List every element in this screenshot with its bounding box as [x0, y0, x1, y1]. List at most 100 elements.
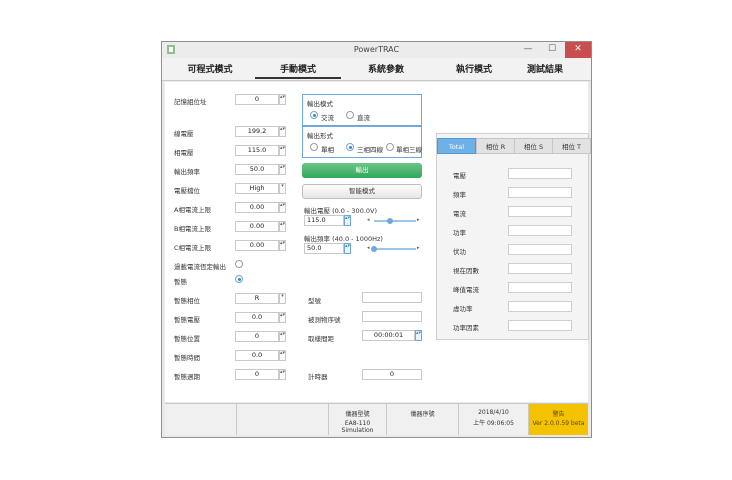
phase-voltage-label: 相電壓	[174, 149, 194, 157]
meas-peak-current-value	[508, 282, 572, 293]
c-current-limit-spinner[interactable]: ▴▾	[279, 240, 286, 251]
tab-phase-s[interactable]: 相位 S	[514, 138, 553, 154]
surge-position-input[interactable]: 0	[235, 331, 279, 342]
surge-position-label: 暫態位置	[174, 335, 200, 343]
voltage-control-input[interactable]: 115.0	[304, 215, 344, 226]
overcurrent-label: 過載電流恆定輸出	[174, 263, 226, 271]
output-mode-label: 輸出模式	[307, 100, 333, 108]
tab-phase-r[interactable]: 相位 R	[476, 138, 515, 154]
meas-reactive-power-label: 虛功率	[453, 305, 473, 313]
meas-peak-current-label: 峰值電流	[453, 286, 479, 294]
freq-slider-thumb[interactable]	[371, 246, 378, 252]
surge-cycle-spinner[interactable]: ▴▾	[279, 369, 286, 380]
model-label: 型號	[308, 297, 321, 305]
menu-program-mode[interactable]: 可程式模式	[167, 62, 253, 75]
meas-power-factor-value	[508, 320, 572, 331]
counter-label: 計時器	[308, 373, 328, 381]
surge-position-spinner[interactable]: ▴▾	[279, 331, 286, 342]
surge-phase-dropdown-icon[interactable]: ▾	[279, 293, 286, 304]
output-mode-ac-radio[interactable]	[310, 111, 318, 119]
status-cell-2	[237, 404, 329, 435]
voltage-range-dropdown-icon[interactable]: ▾	[279, 183, 286, 194]
voltage-decrease-icon[interactable]: ◂	[367, 217, 370, 223]
instrument-model-value: EA8-110 Simulation	[341, 420, 374, 434]
output-mode-dc-radio[interactable]	[346, 111, 354, 119]
surge-toggle[interactable]	[235, 275, 243, 283]
surge-phase-label: 暫態相位	[174, 297, 200, 305]
output-type-group: 輸出形式 單相 三相四線 單相三線	[302, 126, 422, 158]
warning-panel[interactable]: 警告 Ver 2.0.0.59 beta	[529, 404, 588, 435]
voltage-slider-thumb[interactable]	[386, 218, 393, 224]
output-freq-input[interactable]: 50.0	[235, 164, 279, 175]
freq-slider-track[interactable]	[374, 248, 416, 250]
freq-decrease-icon[interactable]: ◂	[367, 245, 370, 251]
dut-serial-input[interactable]	[362, 311, 422, 322]
b-current-limit-label: B相電流上限	[174, 225, 211, 233]
meas-power-value	[508, 225, 572, 236]
output-mode-ac-label: 交流	[321, 114, 334, 122]
maximize-button[interactable]: ☐	[541, 42, 563, 58]
surge-time-spinner[interactable]: ▴▾	[279, 350, 286, 361]
a-current-limit-input[interactable]: 0.00	[235, 202, 279, 213]
output-type-three-phase-radio[interactable]	[346, 143, 354, 151]
output-type-split-label: 單相三線	[396, 146, 422, 154]
surge-voltage-label: 暫態電壓	[174, 316, 200, 324]
memory-label: 記憶組位址	[174, 98, 207, 106]
freq-control-label: 輸出頻率 (40.0 - 1000Hz)	[304, 235, 383, 243]
output-type-split-radio[interactable]	[386, 143, 394, 151]
phase-voltage-spinner[interactable]: ▴▾	[279, 145, 286, 156]
output-button[interactable]: 輸出	[302, 163, 422, 178]
surge-cycle-input[interactable]: 0	[235, 369, 279, 380]
tab-phase-t[interactable]: 相位 T	[552, 138, 591, 154]
memory-input[interactable]: 0	[235, 94, 279, 105]
measurement-panel: Total 相位 R 相位 S 相位 T 電壓 頻率 電流 功率 伏功 視在因數…	[436, 133, 591, 340]
b-current-limit-spinner[interactable]: ▴▾	[279, 221, 286, 232]
app-window: PowerTRAC — ☐ ✕ 可程式模式 手動模式 系統參數 執行模式 測試結…	[161, 41, 592, 438]
meas-va-value	[508, 244, 572, 255]
menu-test-results[interactable]: 測試結果	[502, 62, 588, 75]
freq-control-spinner[interactable]: ▴▾	[344, 243, 351, 254]
voltage-control-spinner[interactable]: ▴▾	[344, 215, 351, 226]
surge-time-input[interactable]: 0.0	[235, 350, 279, 361]
meas-power-factor-label: 功率因素	[453, 324, 479, 332]
freq-increase-icon[interactable]: ▸	[417, 245, 420, 251]
close-button[interactable]: ✕	[565, 42, 591, 58]
surge-voltage-spinner[interactable]: ▴▾	[279, 312, 286, 323]
line-voltage-spinner[interactable]: ▴▾	[279, 126, 286, 137]
surge-phase-select[interactable]: R	[235, 293, 279, 304]
output-type-single-radio[interactable]	[310, 143, 318, 151]
c-current-limit-input[interactable]: 0.00	[235, 240, 279, 251]
menu-system-params[interactable]: 系統參數	[343, 62, 429, 75]
voltage-range-select[interactable]: High	[235, 183, 279, 194]
surge-label: 暫態	[174, 278, 187, 286]
meas-crest-factor-label: 視在因數	[453, 267, 479, 275]
sample-interval-input[interactable]: 00:00:01	[362, 330, 415, 341]
menu-manual-mode[interactable]: 手動模式	[255, 62, 341, 79]
surge-time-label: 暫態時間	[174, 354, 200, 362]
output-freq-spinner[interactable]: ▴▾	[279, 164, 286, 175]
status-bar: 儀器型號 EA8-110 Simulation 儀器序號 2018/4/10 上…	[165, 403, 588, 435]
line-voltage-input[interactable]: 199.2	[235, 126, 279, 137]
sample-interval-spinner[interactable]: ▴▾	[415, 330, 422, 341]
voltage-slider-track[interactable]	[374, 220, 416, 222]
tab-total[interactable]: Total	[437, 138, 476, 154]
smart-mode-button[interactable]: 智能模式	[302, 184, 422, 199]
output-type-label: 輸出形式	[307, 132, 333, 140]
output-freq-label: 輸出頻率	[174, 168, 200, 176]
overcurrent-toggle[interactable]	[235, 260, 243, 268]
menu-bar: 可程式模式 手動模式 系統參數 執行模式 測試結果	[162, 58, 591, 81]
instrument-serial-label: 儀器序號	[410, 411, 435, 418]
a-current-limit-spinner[interactable]: ▴▾	[279, 202, 286, 213]
phase-voltage-input[interactable]: 115.0	[235, 145, 279, 156]
model-input[interactable]	[362, 292, 422, 303]
memory-spinner[interactable]: ▴▾	[279, 94, 286, 105]
minimize-button[interactable]: —	[517, 42, 539, 58]
status-cell-1	[165, 404, 237, 435]
b-current-limit-input[interactable]: 0.00	[235, 221, 279, 232]
surge-voltage-input[interactable]: 0.0	[235, 312, 279, 323]
voltage-increase-icon[interactable]: ▸	[417, 217, 420, 223]
meas-current-value	[508, 206, 572, 217]
freq-control-input[interactable]: 50.0	[304, 243, 344, 254]
output-type-single-label: 單相	[321, 146, 334, 154]
voltage-control-label: 輸出電壓 (0.0 - 300.0V)	[304, 207, 378, 215]
